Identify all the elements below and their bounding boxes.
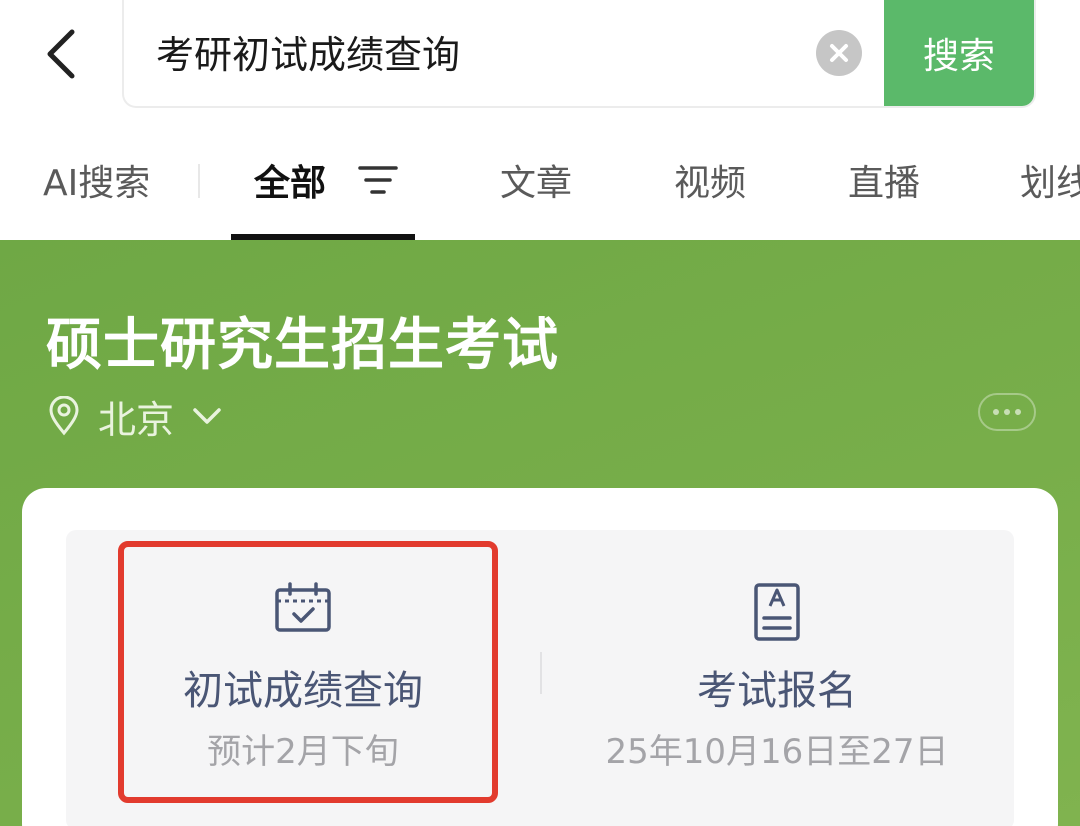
close-icon [830,44,848,62]
location-pin-icon [49,396,79,436]
tab-all[interactable]: 全部 [254,158,326,210]
document-a-icon [754,583,800,641]
more-dot [1015,409,1021,415]
filter-icon[interactable] [358,164,398,196]
tab-articles[interactable]: 文章 [500,158,572,210]
service-label: 初试成绩查询 [183,668,423,714]
search-button[interactable]: 搜索 [884,0,1034,106]
chevron-left-icon [47,29,75,79]
card-title: 硕士研究生招生考试 [46,313,559,378]
more-dot [1004,409,1010,415]
search-header: 搜索 [0,0,1080,120]
location-selector[interactable]: 北京 [48,390,222,442]
services-panel: 初试成绩查询 预计2月下旬 考试报名 25年10月16日至27日 [22,488,1058,826]
service-label: 考试报名 [697,668,857,714]
tab-videos[interactable]: 视频 [674,158,746,210]
service-exam-registration[interactable]: 考试报名 25年10月16日至27日 [540,530,1014,810]
clear-button[interactable] [816,30,862,76]
service-subtitle: 预计2月下旬 [207,732,399,772]
location-label: 北京 [98,397,175,442]
service-subtitle: 25年10月16日至27日 [605,732,949,772]
tab-highlights[interactable]: 划线 [1020,158,1080,210]
more-options-button[interactable] [978,393,1036,431]
search-input[interactable] [156,22,796,88]
tab-live[interactable]: 直播 [848,158,920,210]
more-dot [993,409,999,415]
calendar-check-icon [275,582,331,632]
tab-divider [198,164,200,198]
services-grid: 初试成绩查询 预计2月下旬 考试报名 25年10月16日至27日 [66,530,1014,826]
service-score-query[interactable]: 初试成绩查询 预计2月下旬 [66,530,540,810]
search-box: 搜索 [122,0,1036,108]
back-button[interactable] [36,22,86,86]
tab-ai-search[interactable]: AI搜索 [43,158,150,210]
chevron-down-icon [193,408,221,424]
result-tabs: AI搜索 全部 文章 视频 直播 划线 [0,120,1080,240]
exam-card: 硕士研究生招生考试 北京 初试成绩查询 预计2月下旬 考试报名 25年10月16… [0,240,1080,826]
